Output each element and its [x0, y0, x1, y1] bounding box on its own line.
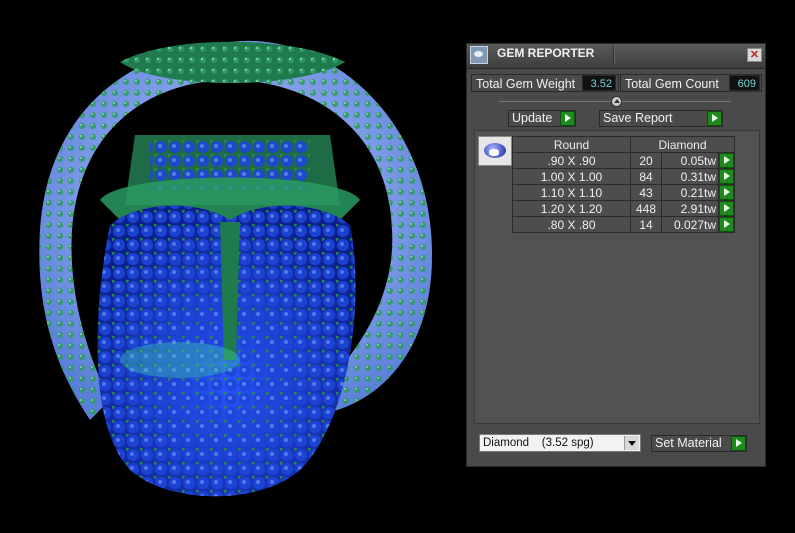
row-weight: 0.05tw — [661, 152, 719, 169]
gem-list-area[interactable]: Round Diamond .90 X .90 20 0.05tw 1.00 X… — [474, 130, 760, 424]
save-report-button[interactable]: Save Report — [599, 110, 723, 127]
row-count: 14 — [630, 216, 662, 233]
update-arrow-icon[interactable] — [560, 111, 575, 126]
set-material-button-label: Set Material — [655, 436, 722, 450]
save-report-button-label: Save Report — [603, 111, 673, 125]
total-gem-weight-label: Total Gem Weight — [476, 77, 576, 91]
title-separator — [613, 46, 615, 65]
total-gem-weight-value: 3.52 — [582, 75, 616, 91]
gem-reporter-panel: GEM REPORTER ✕ Total Gem Weight 3.52 Tot… — [466, 43, 766, 467]
header-diamond: Diamond — [630, 136, 735, 153]
row-size: 1.20 X 1.20 — [512, 200, 631, 217]
table-row: 1.00 X 1.00 84 0.31tw — [512, 168, 735, 185]
row-action-cell — [718, 200, 735, 217]
set-material-button[interactable]: Set Material — [651, 435, 747, 452]
row-size: 1.10 X 1.10 — [512, 184, 631, 201]
close-icon[interactable]: ✕ — [747, 48, 762, 62]
row-weight: 2.91tw — [661, 200, 719, 217]
select-gems-arrow-icon[interactable] — [719, 201, 734, 216]
save-report-arrow-icon[interactable] — [707, 111, 722, 126]
row-action-cell — [718, 184, 735, 201]
row-action-cell — [718, 216, 735, 233]
select-gems-arrow-icon[interactable] — [719, 185, 734, 200]
chevron-down-icon[interactable] — [624, 436, 639, 450]
gem-table: Round Diamond .90 X .90 20 0.05tw 1.00 X… — [512, 136, 735, 233]
row-weight: 0.027tw — [661, 216, 719, 233]
row-count: 448 — [630, 200, 662, 217]
row-count: 20 — [630, 152, 662, 169]
row-count: 43 — [630, 184, 662, 201]
table-row: 1.20 X 1.20 448 2.91tw — [512, 200, 735, 217]
table-row: .80 X .80 14 0.027tw — [512, 216, 735, 233]
stone-highlight — [489, 149, 499, 156]
update-button[interactable]: Update — [508, 110, 576, 127]
row-action-cell — [718, 168, 735, 185]
row-size: 1.00 X 1.00 — [512, 168, 631, 185]
total-gem-count-value: 609 — [729, 75, 760, 91]
row-action-cell — [718, 152, 735, 169]
update-button-label: Update — [512, 111, 553, 125]
row-weight: 0.21tw — [661, 184, 719, 201]
table-row: .90 X .90 20 0.05tw — [512, 152, 735, 169]
set-material-arrow-icon[interactable] — [731, 436, 746, 451]
gem-reporter-app-icon — [470, 46, 488, 64]
total-gem-count-label: Total Gem Count — [625, 77, 719, 91]
row-size: .80 X .80 — [512, 216, 631, 233]
header-round: Round — [512, 136, 631, 153]
collapse-toggle-icon[interactable] — [611, 96, 622, 107]
row-weight: 0.31tw — [661, 168, 719, 185]
select-gems-arrow-icon[interactable] — [719, 169, 734, 184]
material-select[interactable]: Diamond (3.52 spg) — [479, 434, 641, 452]
row-count: 84 — [630, 168, 662, 185]
panel-title: GEM REPORTER — [497, 46, 595, 60]
title-bar[interactable]: GEM REPORTER ✕ — [467, 44, 765, 69]
table-header-row: Round Diamond — [512, 136, 735, 153]
material-select-value: Diamond (3.52 spg) — [483, 437, 594, 449]
table-row: 1.10 X 1.10 43 0.21tw — [512, 184, 735, 201]
select-gems-arrow-icon[interactable] — [719, 217, 734, 232]
3d-viewport[interactable] — [0, 0, 460, 533]
row-size: .90 X .90 — [512, 152, 631, 169]
gem-stone-icon[interactable] — [478, 136, 512, 166]
select-gems-arrow-icon[interactable] — [719, 153, 734, 168]
ring-model — [39, 40, 433, 497]
